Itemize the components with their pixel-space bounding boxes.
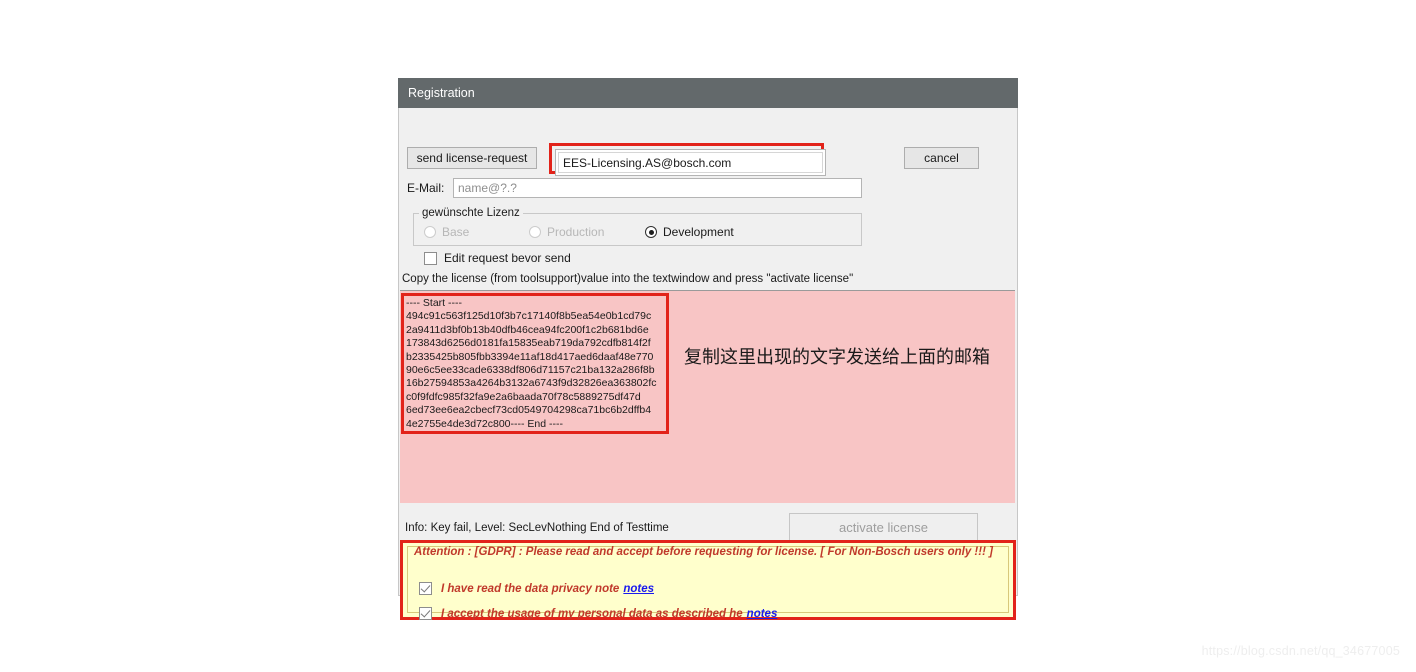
chinese-annotation: 复制这里出现的文字发送给上面的邮箱 bbox=[684, 347, 990, 368]
gdpr-panel: Attention : [GDPR] : Please read and acc… bbox=[400, 540, 1016, 620]
recipient-email-value: EES-Licensing.AS@bosch.com bbox=[558, 152, 823, 173]
status-info-text: Info: Key fail, Level: SecLevNothing End… bbox=[405, 522, 669, 534]
radio-base-label: Base bbox=[442, 225, 470, 239]
activate-license-button[interactable]: activate license bbox=[789, 513, 978, 542]
edit-request-checkbox-icon[interactable] bbox=[424, 251, 437, 265]
dialog-titlebar: Registration bbox=[398, 78, 1018, 108]
recipient-email-input[interactable]: EES-Licensing.AS@bosch.com bbox=[555, 149, 826, 176]
gdpr-checkbox-row-2[interactable]: I accept the usage of my personal data a… bbox=[419, 607, 777, 620]
recipient-highlight-box: EES-Licensing.AS@bosch.com bbox=[549, 143, 826, 176]
email-input[interactable]: name@?.? bbox=[453, 178, 862, 198]
radio-development-label: Development bbox=[663, 225, 734, 239]
dialog-title: Registration bbox=[408, 86, 475, 100]
dialog-body: send license-request EES-Licensing.AS@bo… bbox=[398, 108, 1018, 620]
gdpr-checkbox-row-1[interactable]: I have read the data privacy note notes bbox=[419, 582, 654, 595]
radio-production[interactable]: Production bbox=[529, 225, 604, 239]
copy-license-hint: Copy the license (from toolsupport)value… bbox=[402, 273, 854, 285]
license-key-text: ---- Start ---- 494c91c563f125d10f3b7c17… bbox=[406, 297, 657, 430]
license-textwindow[interactable]: ---- Start ---- 494c91c563f125d10f3b7c17… bbox=[400, 290, 1015, 503]
radio-production-icon bbox=[529, 226, 541, 238]
edit-request-checkbox-row[interactable]: Edit request bevor send bbox=[424, 251, 571, 265]
gdpr-notes-link-1[interactable]: notes bbox=[623, 583, 654, 595]
gdpr-checkbox-1-label: I have read the data privacy note bbox=[441, 582, 620, 595]
radio-development[interactable]: Development bbox=[645, 225, 734, 239]
csdn-watermark: https://blog.csdn.net/qq_34677005 bbox=[1201, 644, 1400, 658]
gdpr-checkbox-2-icon[interactable] bbox=[419, 607, 432, 620]
gdpr-notes-link-2[interactable]: notes bbox=[747, 608, 778, 620]
radio-production-label: Production bbox=[547, 225, 605, 239]
registration-dialog: Registration send license-request EES-Li… bbox=[398, 78, 1018, 620]
gdpr-attention-text: Attention : [GDPR] : Please read and acc… bbox=[414, 546, 993, 558]
radio-development-icon bbox=[645, 226, 657, 238]
radio-base-icon bbox=[424, 226, 436, 238]
radio-base[interactable]: Base bbox=[424, 225, 469, 239]
gdpr-checkbox-2-label: I accept the usage of my personal data a… bbox=[441, 607, 743, 620]
email-label: E-Mail: bbox=[407, 181, 445, 195]
edit-request-label: Edit request bevor send bbox=[444, 251, 571, 265]
send-license-request-button[interactable]: send license-request bbox=[407, 147, 537, 169]
gdpr-checkbox-1-icon[interactable] bbox=[419, 582, 432, 595]
license-type-legend: gewünschte Lizenz bbox=[419, 207, 523, 219]
cancel-button[interactable]: cancel bbox=[904, 147, 979, 169]
license-text-highlight-box: ---- Start ---- 494c91c563f125d10f3b7c17… bbox=[401, 293, 669, 434]
